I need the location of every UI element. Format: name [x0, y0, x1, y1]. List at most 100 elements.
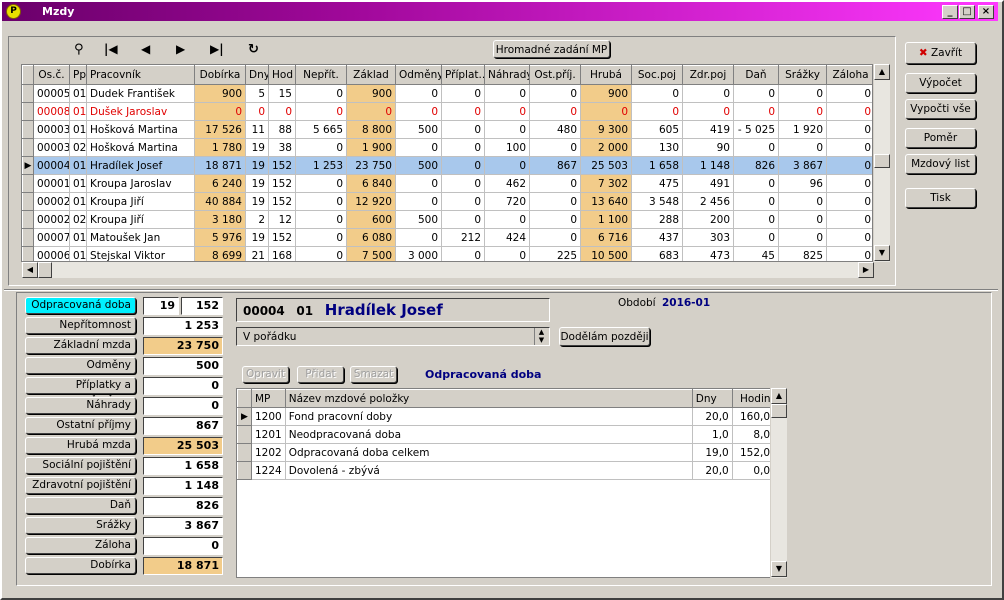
current-row-arrow-icon[interactable]: ▶: [22, 156, 34, 175]
column-header[interactable]: Ost.příj.: [529, 65, 581, 85]
calculate-button[interactable]: Výpočet: [905, 73, 976, 93]
detail-column-header[interactable]: MP: [251, 389, 286, 408]
column-header[interactable]: Záloha: [826, 65, 872, 85]
summary-item-button[interactable]: Ostatní příjmy: [25, 417, 136, 434]
detail-current-row-icon[interactable]: ▶: [237, 407, 252, 426]
last-record-icon[interactable]: ▶|: [210, 42, 224, 56]
summary-item-button[interactable]: Příplatky a přesčasy: [25, 377, 136, 406]
column-header[interactable]: Dobírka: [194, 65, 246, 85]
detail-row[interactable]: ▶ 1200 Fond pracovní doby 20,0 160,00: [237, 407, 781, 426]
column-header[interactable]: Daň: [733, 65, 779, 85]
summary-item-button[interactable]: Nepřítomnost: [25, 317, 136, 334]
prev-record-icon[interactable]: ◀: [141, 42, 150, 56]
table-row[interactable]: 00006 01 Stejskal Viktor 8 699 21 168 0 7 500 3 …: [22, 246, 872, 261]
table-row[interactable]: 00001 01 Kroupa Jaroslav 6 240 19 152 0 6 840 0 0…: [22, 174, 872, 193]
row-indicator[interactable]: [22, 84, 34, 103]
summary-item-button[interactable]: Hrubá mzda: [25, 437, 136, 454]
row-indicator[interactable]: [22, 210, 34, 229]
spin-arrows-icon[interactable]: ▲ ▼: [534, 328, 548, 345]
next-record-icon[interactable]: ▶: [176, 42, 185, 56]
detail-row[interactable]: 1224 Dovolená - zbývá 20,0 0,00: [237, 461, 781, 480]
summary-item-button[interactable]: Zdravotní pojištění: [25, 477, 136, 494]
search-icon[interactable]: ⚲: [74, 42, 84, 57]
detail-row-indicator[interactable]: [237, 425, 252, 444]
summary-item-button[interactable]: Záloha: [25, 537, 136, 554]
row-indicator[interactable]: [22, 102, 34, 121]
table-row[interactable]: 00003 01 Hošková Martina 17 526 11 88 5 665 8 8…: [22, 120, 872, 139]
column-header[interactable]: Dny: [245, 65, 269, 85]
table-row[interactable]: 00002 01 Kroupa Jiří 40 884 19 152 0 12 920 0 0 72…: [22, 192, 872, 211]
summary-item-button[interactable]: Odměny: [25, 357, 136, 374]
summary-item-button[interactable]: Sociální pojištění: [25, 457, 136, 474]
summary-item-button[interactable]: Odpracovaná doba: [25, 297, 136, 314]
table-cell: 0: [778, 228, 827, 247]
table-row[interactable]: 00002 02 Kroupa Jiří 3 180 2 12 0 600 500 0 0 0 1 10…: [22, 210, 872, 229]
summary-item-button[interactable]: Náhrady: [25, 397, 136, 414]
row-indicator[interactable]: [22, 174, 34, 193]
maximize-button[interactable]: □: [959, 5, 975, 19]
scroll-right-icon[interactable]: ▶: [858, 262, 874, 278]
first-record-icon[interactable]: |◀: [104, 42, 118, 56]
column-header[interactable]: Základ: [346, 65, 396, 85]
hscroll-thumb[interactable]: [38, 262, 52, 278]
row-indicator[interactable]: [22, 192, 34, 211]
column-header[interactable]: Nepřít.: [295, 65, 347, 85]
refresh-icon[interactable]: ↻: [248, 42, 259, 57]
detail-cell: 1224: [251, 461, 286, 480]
table-row[interactable]: 00005 01 Dudek František 900 5 15 0 900 0 0 0 0 900 0…: [22, 84, 872, 103]
detail-column-header[interactable]: Dny: [691, 389, 733, 408]
column-header[interactable]: Odměny: [395, 65, 442, 85]
summary-item-button[interactable]: Základní mzda: [25, 337, 136, 354]
detail-row-indicator[interactable]: [237, 461, 252, 480]
column-header[interactable]: Hod: [268, 65, 296, 85]
edit-button[interactable]: Opravit: [242, 366, 289, 383]
column-header[interactable]: Srážky: [778, 65, 827, 85]
ratio-button[interactable]: Poměr: [905, 128, 976, 148]
column-header[interactable]: Hrubá: [580, 65, 632, 85]
scroll-down-icon[interactable]: ▼: [874, 245, 890, 261]
detail-row[interactable]: 1201 Neodpracovaná doba 1,0 8,00: [237, 425, 781, 444]
calculate-all-button[interactable]: Vypočti vše: [905, 99, 976, 119]
table-row[interactable]: 00008 01 Dušek Jaroslav 0 0 0 0 0 0 0 0 0 0 0 0 0 0 0: [22, 102, 872, 121]
table-row[interactable]: 00003 02 Hošková Martina 1 780 19 38 0 1 900 0 0 1…: [22, 138, 872, 157]
scroll-left-icon[interactable]: ◀: [22, 262, 38, 278]
table-row[interactable]: ▶ 00004 01 Hradílek Josef 18 871 19 152 1 253 23…: [22, 156, 872, 175]
status-field[interactable]: V pořádku ▲ ▼: [236, 327, 550, 346]
row-indicator[interactable]: [22, 120, 34, 139]
finish-later-button[interactable]: Dodělám později: [559, 327, 650, 346]
payslip-button[interactable]: Mzdový list: [905, 154, 976, 174]
table-vertical-scrollbar[interactable]: ▲ ▼: [873, 64, 890, 262]
column-header[interactable]: Os.č.: [33, 65, 70, 85]
column-header[interactable]: Zdr.poj: [682, 65, 734, 85]
row-indicator[interactable]: [22, 138, 34, 157]
row-indicator[interactable]: [22, 246, 34, 261]
detail-row[interactable]: 1202 Odpracovaná doba celkem 19,0 152,00: [237, 443, 781, 462]
summary-item-button[interactable]: Srážky: [25, 517, 136, 534]
delete-button[interactable]: Smazat: [350, 366, 397, 383]
column-header[interactable]: Příplat...: [441, 65, 485, 85]
scroll-up-icon[interactable]: ▲: [874, 64, 890, 80]
close-button[interactable]: ✖ Zavřít: [905, 42, 976, 64]
detail-scroll-up-icon[interactable]: ▲: [771, 388, 787, 404]
scroll-thumb[interactable]: [874, 154, 890, 168]
summary-item-button[interactable]: Dobírka: [25, 557, 136, 574]
column-header[interactable]: Soc.poj: [631, 65, 683, 85]
detail-scroll-down-icon[interactable]: ▼: [771, 561, 787, 577]
column-header[interactable]: Náhrady: [484, 65, 530, 85]
detail-row-indicator[interactable]: [237, 443, 252, 462]
minimize-button[interactable]: _: [942, 5, 958, 19]
detail-column-header[interactable]: Název mzdové položky: [284, 389, 693, 408]
column-header[interactable]: Pp: [69, 65, 87, 85]
table-horizontal-scrollbar[interactable]: ◀ ▶: [21, 262, 874, 278]
print-button[interactable]: Tisk: [905, 188, 976, 208]
table-cell: 0: [733, 192, 779, 211]
table-row[interactable]: 00007 01 Matoušek Jan 5 976 19 152 0 6 080 0 212 4…: [22, 228, 872, 247]
column-header[interactable]: Pracovník: [86, 65, 195, 85]
row-indicator[interactable]: [22, 228, 34, 247]
summary-item-button[interactable]: Daň: [25, 497, 136, 514]
add-button[interactable]: Přidat: [297, 366, 344, 383]
bulk-entry-button[interactable]: Hromadné zadání MP: [493, 40, 610, 58]
close-window-button[interactable]: ×: [978, 5, 994, 19]
detail-vertical-scrollbar[interactable]: ▲ ▼: [770, 388, 787, 578]
detail-scroll-thumb[interactable]: [771, 404, 787, 418]
